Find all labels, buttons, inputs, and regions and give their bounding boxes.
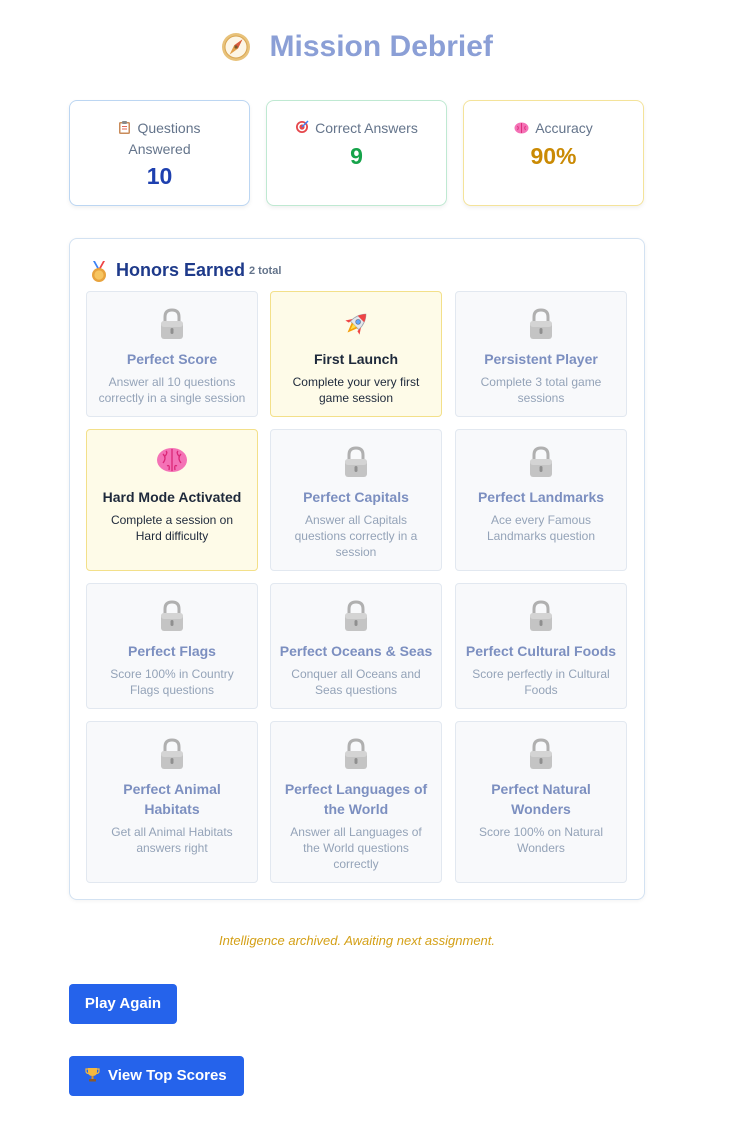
brain-icon (87, 446, 257, 478)
honor-description: Answer all 10 questions correctly in a s… (98, 375, 246, 405)
stat-label: Questions Answered (70, 101, 249, 159)
lock-icon (87, 600, 257, 632)
honor-card: Perfect Landmarks Ace every Famous Landma… (455, 429, 627, 571)
view-top-scores-button[interactable]: View Top Scores (69, 1056, 244, 1096)
honor-card: Perfect Animal Habitats Get all Animal Ha… (86, 721, 258, 883)
rocket-icon (271, 308, 441, 340)
honor-description: Score perfectly in Cultural Foods (472, 667, 610, 697)
honor-name: Perfect Capitals (303, 489, 409, 505)
honor-description: Complete your very first game session (292, 375, 420, 405)
page-header: Mission Debrief (0, 30, 714, 64)
clipboard-icon (118, 119, 131, 139)
honor-card: First Launch Complete your very first gam… (270, 291, 442, 417)
stat-card-correct: Correct Answers 9 (266, 100, 447, 206)
medal-icon (90, 261, 108, 283)
honor-card: Perfect Score Answer all 10 questions cor… (86, 291, 258, 417)
compass-icon (221, 32, 251, 62)
stat-value: 10 (146, 163, 173, 189)
honor-card: Perfect Capitals Answer all Capitals ques… (270, 429, 442, 571)
honor-description: Get all Animal Habitats answers right (111, 825, 233, 855)
lock-icon (456, 738, 626, 770)
honor-card: Perfect Flags Score 100% in Country Flags… (86, 583, 258, 709)
lock-icon (271, 600, 441, 632)
play-again-button[interactable]: Play Again (69, 984, 177, 1024)
honor-description: Ace every Famous Landmarks question (486, 513, 596, 543)
honor-name: Perfect Oceans & Seas (279, 643, 433, 659)
stat-label: Correct Answers (267, 101, 446, 139)
page-title: Mission Debrief (269, 30, 493, 63)
stat-card-accuracy: Accuracy 90% (463, 100, 644, 206)
honor-name: Perfect Cultural Foods (465, 643, 617, 659)
honor-name: Perfect Landmarks (477, 489, 605, 505)
lock-icon (87, 738, 257, 770)
honor-description: Complete 3 total game sessions (480, 375, 602, 405)
honors-count: 2 total (249, 265, 282, 277)
lock-icon (87, 308, 257, 340)
honor-card: Perfect Natural Wonders Score 100% on Nat… (455, 721, 627, 883)
status-message: Intelligence archived. Awaiting next ass… (218, 933, 496, 948)
stats-row: Questions Answered 10 Correct Answers 9 … (69, 100, 645, 206)
honor-description: Conquer all Oceans and Seas questions (291, 667, 421, 697)
honor-name: Hard Mode Activated (102, 489, 242, 505)
trophy-icon (85, 1058, 100, 1098)
lock-icon (456, 600, 626, 632)
honor-card: Perfect Languages of the World Answer all… (270, 721, 442, 883)
honor-card: Perfect Cultural Foods Score perfectly in… (455, 583, 627, 709)
lock-icon (271, 738, 441, 770)
honor-name: Perfect Score (126, 351, 218, 367)
honor-card: Hard Mode Activated Complete a session on… (86, 429, 258, 571)
honor-description: Answer all Capitals questions correctly … (294, 513, 418, 559)
honor-description: Score 100% in Country Flags questions (110, 667, 234, 697)
stat-card-questions: Questions Answered 10 (69, 100, 250, 206)
honor-name: First Launch (313, 351, 398, 367)
lock-icon (456, 446, 626, 478)
stat-label: Accuracy (464, 101, 643, 139)
honor-name: Perfect Natural Wonders (491, 781, 591, 817)
stat-value: 9 (350, 143, 363, 169)
honor-description: Answer all Languages of the World questi… (290, 825, 422, 871)
honor-name: Persistent Player (484, 351, 598, 367)
honor-description: Complete a session on Hard difficulty (110, 513, 234, 543)
honor-description: Score 100% on Natural Wonders (478, 825, 604, 855)
brain-icon (514, 119, 529, 139)
honor-card: Persistent Player Complete 3 total game s… (455, 291, 627, 417)
lock-icon (456, 308, 626, 340)
stat-value: 90% (530, 143, 577, 169)
honors-title: Honors Earned (116, 260, 246, 280)
lock-icon (271, 446, 441, 478)
honor-card: Perfect Oceans & Seas Conquer all Oceans … (270, 583, 442, 709)
honor-name: Perfect Languages of the World (284, 781, 428, 817)
honors-panel: Honors Earned 2 total Perfect Score Answe… (69, 238, 645, 900)
target-icon (295, 119, 309, 139)
honor-name: Perfect Flags (128, 643, 216, 659)
honor-name: Perfect Animal Habitats (123, 781, 221, 817)
